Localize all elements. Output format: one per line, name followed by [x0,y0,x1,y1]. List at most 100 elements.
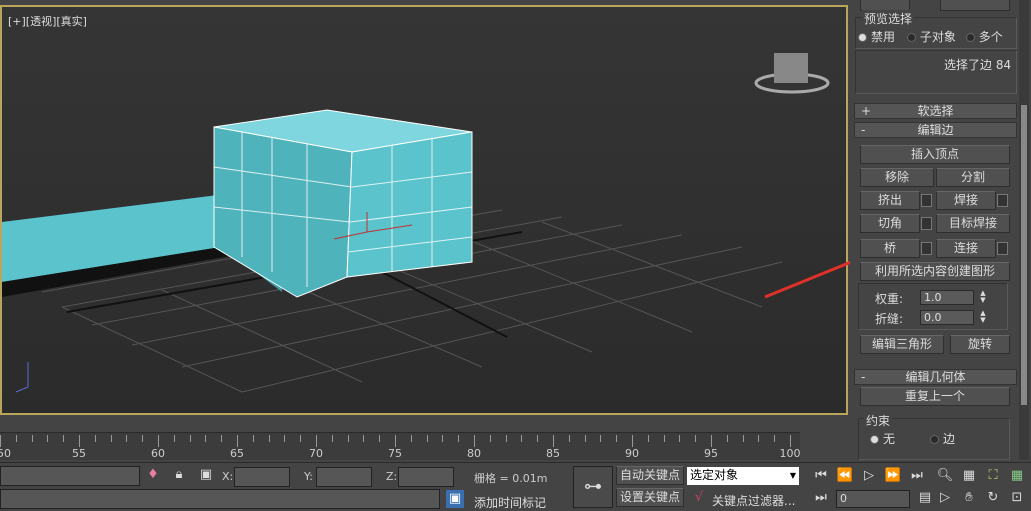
grid-size: 栅格 = 0.01m [474,472,548,485]
chamfer-button[interactable]: 切角 [860,214,920,233]
timeline-tick [284,435,286,442]
insert-vertex-button[interactable]: 插入顶点 [860,145,1010,164]
timeline-tick-label: 55 [72,447,86,460]
go-to-start-icon[interactable]: ⏮ [812,467,830,485]
field-of-view-icon[interactable]: ▷ [936,489,954,507]
extrude-settings-button[interactable] [921,194,932,207]
timeline-tick [237,435,238,447]
weight-input[interactable]: 1.0 [920,290,974,305]
timeline-tick-label: 90 [625,447,639,460]
timeline-tick [790,435,791,447]
zoom-extents-all-icon[interactable]: ▦ [1008,467,1026,485]
timeline-tick [442,435,444,442]
maxscript-listener[interactable] [0,466,140,486]
radio-multiple[interactable]: 多个 [965,30,1003,44]
perspective-viewport[interactable]: [+][透视][真实] [0,5,848,415]
timeline-tick [695,435,697,442]
play-icon[interactable]: ▷ [860,467,878,485]
timeline-ruler[interactable]: 50 55 60 65 70 75 80 85 90 95 100 [0,432,801,460]
timeline-tick [347,435,349,442]
timeline-tick [126,435,128,442]
timeline-tick [726,435,728,442]
time-tag-icon[interactable]: ▣ [446,490,464,508]
isolate-selection-icon[interactable]: ♦ [144,466,162,484]
target-weld-button[interactable]: 目标焊接 [936,214,1010,233]
current-frame-input[interactable]: 0 [836,490,910,508]
z-coordinate-input[interactable] [398,467,454,487]
maximize-viewport-icon[interactable]: ⊡ [1008,489,1026,507]
chamfer-settings-button[interactable] [921,217,932,230]
timeline-tick [663,435,665,442]
timeline-tick [363,435,365,442]
key-icon[interactable]: ⊶ [573,466,613,508]
x-coordinate-input[interactable] [234,467,290,487]
set-key-button[interactable]: 设置关键点 [616,488,684,507]
zoom-extents-icon[interactable]: ⛶ [984,467,1002,485]
y-coordinate-input[interactable] [316,467,372,487]
timeline-tick-label: 100 [779,447,801,460]
extrude-button[interactable]: 挤出 [860,191,920,210]
create-shape-button[interactable]: 利用所选内容创建图形 [860,262,1010,281]
connect-settings-button[interactable] [997,242,1008,255]
preview-selection-title: 预览选择 [862,10,915,27]
lock-icon[interactable]: 🔒︎ [170,466,188,484]
repeat-last-button[interactable]: 重复上一个 [860,387,1010,406]
turn-button[interactable]: 旋转 [950,335,1010,354]
key-mode-select[interactable]: 选定对象 ▼ [687,467,799,485]
panel-scroll-thumb[interactable] [1021,105,1027,405]
previous-frame-icon[interactable]: ⏪ [836,467,854,485]
radio-subobject[interactable]: 子对象 [906,30,956,44]
weld-button[interactable]: 焊接 [936,191,996,210]
bridge-settings-button[interactable] [921,242,932,255]
timeline-tick [47,435,49,442]
timeline-tick [600,435,602,442]
absolute-mode-icon[interactable]: ▣ [197,466,215,484]
rollout-edit-edges[interactable]: - 编辑边 [854,122,1017,138]
weight-label: 权重: [875,292,904,306]
zoom-all-icon[interactable]: ▦ [960,467,978,485]
add-time-tag[interactable]: 添加时间标记 [474,494,546,511]
auto-key-button[interactable]: 自动关键点 [616,466,684,485]
timeline-tick-label: 80 [467,447,481,460]
timeline-tick [79,435,80,447]
timeline-tick [711,435,712,447]
rollout-soft-selection[interactable]: + 软选择 [854,103,1017,119]
viewcube-icon [754,53,830,94]
zoom-icon[interactable]: 🔍︎ [936,467,954,485]
orbit-icon[interactable]: ↻ [984,489,1002,507]
edit-triangulation-button[interactable]: 编辑三角形 [860,335,944,354]
timeline-tick-label: 70 [309,447,323,460]
timeline-tick-label: 95 [704,447,718,460]
remove-button[interactable]: 移除 [860,168,934,187]
timeline-tick [173,435,175,442]
rollout-edit-geometry[interactable]: - 编辑几何体 [854,369,1017,385]
timeline-tick [221,435,223,442]
timeline-tick [474,435,475,447]
pan-icon[interactable]: ✋︎ [960,489,978,507]
timeline-tick [300,435,302,442]
key-filter-curve-icon[interactable]: √ [690,489,708,507]
timeline-tick [521,435,523,442]
crease-spinner[interactable]: ▲ ▼ [978,310,988,325]
weld-settings-button[interactable] [997,194,1008,207]
crease-input[interactable]: 0.0 [920,310,974,325]
split-button[interactable]: 分割 [936,168,1010,187]
axis-tripod-icon [15,362,29,393]
key-filters-button[interactable]: 关键点过滤器... [712,492,795,509]
timeline-tick [15,435,17,442]
key-mode-toggle-icon[interactable]: ⏭ [812,489,830,507]
prompt-line [0,489,440,509]
weight-spinner[interactable]: ▲ ▼ [978,290,988,305]
bridge-button[interactable]: 桥 [860,239,920,258]
constraint-edge-radio[interactable]: 边 [930,430,955,447]
radio-disabled[interactable]: 禁用 [858,30,895,44]
next-frame-icon[interactable]: ⏩ [884,467,902,485]
crease-label: 折缝: [875,312,904,326]
time-config-icon[interactable]: ▤ [916,489,934,507]
timeline-tick [553,435,554,447]
top-button-2[interactable] [940,0,1010,11]
timeline-tick [268,435,270,442]
go-to-end-icon[interactable]: ⏭ [908,467,926,485]
connect-button[interactable]: 连接 [936,239,996,258]
constraint-none-radio[interactable]: 无 [870,430,895,447]
